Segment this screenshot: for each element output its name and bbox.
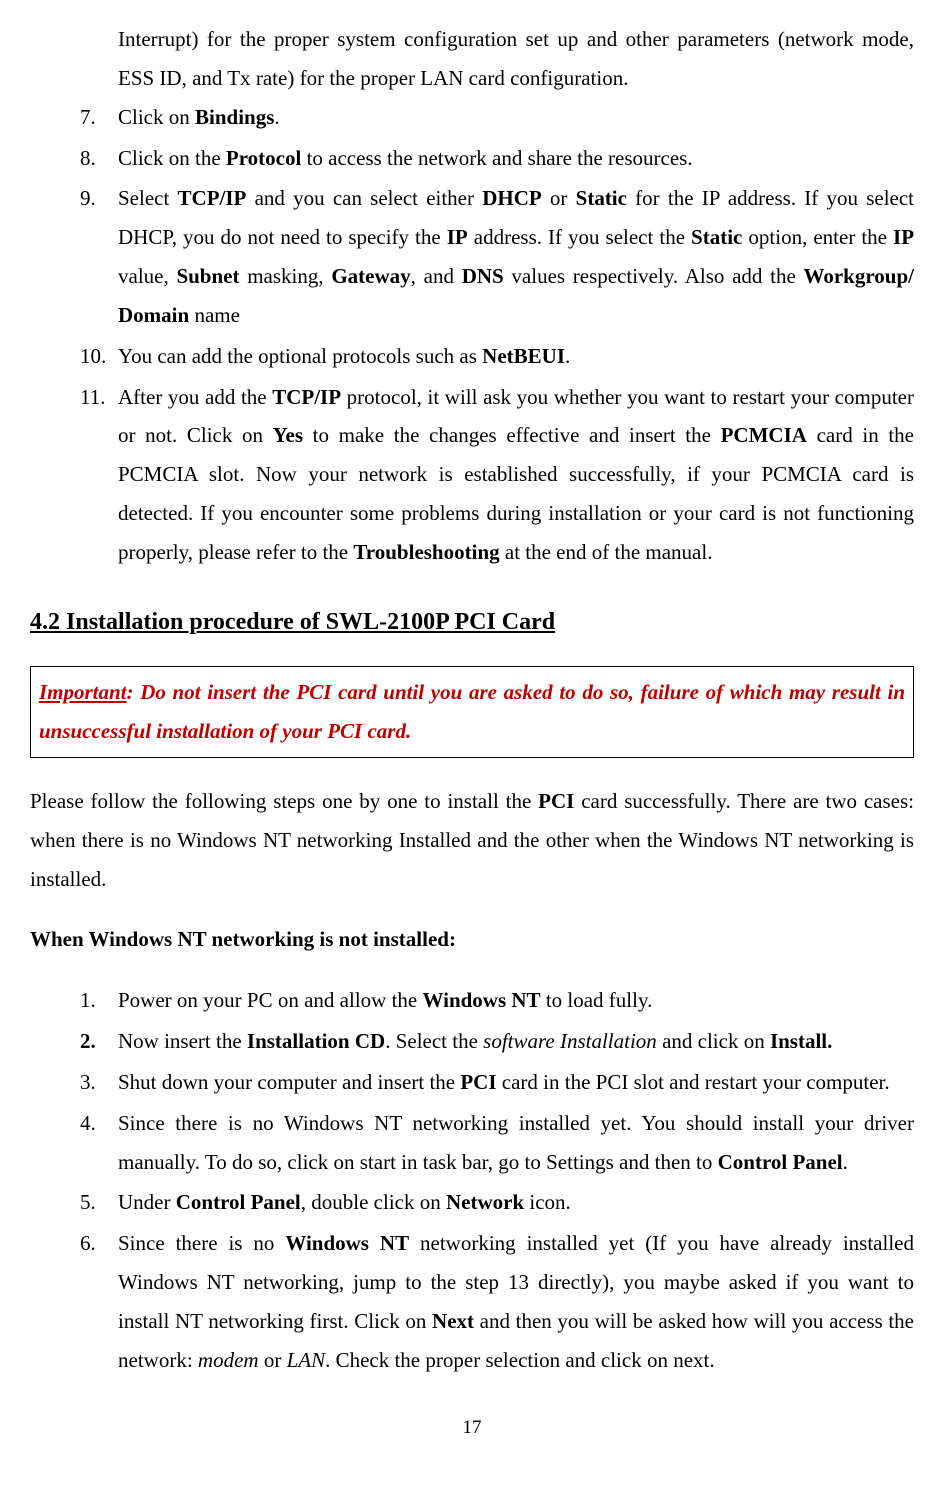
list-item-2: 2. Now insert the Installation CD. Selec… [80,1022,914,1061]
list-item-11: 11. After you add the TCP/IP protocol, i… [80,378,914,572]
list-number: 2. [80,1022,118,1061]
list-item-continuation: Interrupt) for the proper system configu… [118,20,914,98]
list-number: 7. [80,98,118,137]
list-body: Click on Bindings. [118,98,914,137]
list-item-10: 10. You can add the optional protocols s… [80,337,914,376]
sub-heading: When Windows NT networking is not instal… [30,920,914,959]
list-body: Click on the Protocol to access the netw… [118,139,914,178]
list-number: 8. [80,139,118,178]
important-text: : Do not insert the PCI card until you a… [39,680,905,743]
list-item-6: 6. Since there is no Windows NT networki… [80,1224,914,1379]
bottom-ordered-list: 1. Power on your PC on and allow the Win… [80,981,914,1379]
list-item-8: 8. Click on the Protocol to access the n… [80,139,914,178]
list-number: 3. [80,1063,118,1102]
list-number: 5. [80,1183,118,1222]
list-body: After you add the TCP/IP protocol, it wi… [118,378,914,572]
list-body: Now insert the Installation CD. Select t… [118,1022,914,1061]
list-item-3: 3. Shut down your computer and insert th… [80,1063,914,1102]
list-number: 6. [80,1224,118,1379]
list-body: You can add the optional protocols such … [118,337,914,376]
page-number: 17 [30,1410,914,1445]
list-body: Shut down your computer and insert the P… [118,1063,914,1102]
list-body: Under Control Panel, double click on Net… [118,1183,914,1222]
list-number: 9. [80,179,118,334]
list-body: Power on your PC on and allow the Window… [118,981,914,1020]
list-number: 10. [80,337,118,376]
section-heading: 4.2 Installation procedure of SWL-2100P … [30,600,914,644]
top-ordered-list: 7. Click on Bindings. 8. Click on the Pr… [80,98,914,572]
list-body: Select TCP/IP and you can select either … [118,179,914,334]
important-callout: Important: Do not insert the PCI card un… [30,666,914,758]
list-body: Since there is no Windows NT networking … [118,1224,914,1379]
list-item-9: 9. Select TCP/IP and you can select eith… [80,179,914,334]
list-item-7: 7. Click on Bindings. [80,98,914,137]
important-label: Important [39,680,127,704]
list-item-5: 5. Under Control Panel, double click on … [80,1183,914,1222]
list-number: 11. [80,378,118,572]
list-item-1: 1. Power on your PC on and allow the Win… [80,981,914,1020]
list-body: Since there is no Windows NT networking … [118,1104,914,1182]
list-number: 1. [80,981,118,1020]
list-number: 4. [80,1104,118,1182]
list-item-4: 4. Since there is no Windows NT networki… [80,1104,914,1182]
intro-paragraph: Please follow the following steps one by… [30,782,914,899]
